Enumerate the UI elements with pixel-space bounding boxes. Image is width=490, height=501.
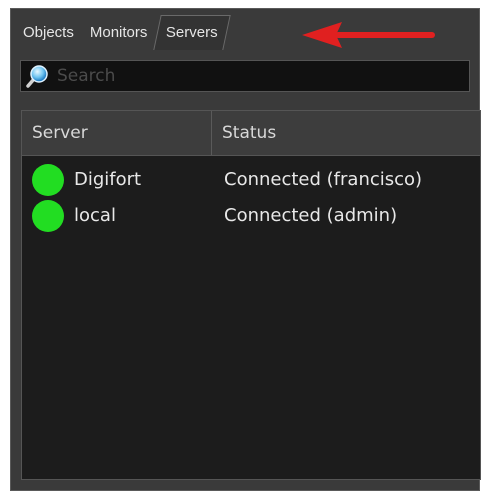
search-box[interactable] [20, 60, 470, 92]
server-status[interactable]: Connected (admin) [224, 199, 397, 233]
connected-status-icon [32, 164, 64, 196]
tab-objects[interactable]: Objects [15, 16, 82, 50]
red-arrow-icon [302, 22, 435, 48]
tab-monitors[interactable]: Monitors [82, 16, 156, 50]
tab-monitors-label: Monitors [89, 24, 148, 41]
column-header-server[interactable]: Server [32, 111, 212, 155]
tab-bar: Objects Monitors Servers [15, 8, 231, 50]
column-divider[interactable] [211, 111, 212, 155]
server-status[interactable]: Connected (francisco) [224, 163, 422, 197]
server-table: Server Status Digifort Connected (franci… [21, 110, 481, 480]
tab-objects-label: Objects [23, 24, 74, 41]
search-icon [26, 65, 48, 88]
tab-servers[interactable]: Servers [153, 15, 231, 50]
table-row[interactable]: Digifort Connected (francisco) [22, 163, 480, 199]
server-name[interactable]: local [74, 199, 116, 233]
server-name[interactable]: Digifort [74, 163, 141, 197]
table-header: Server Status [22, 111, 480, 156]
tab-servers-label: Servers [166, 24, 218, 41]
column-header-status[interactable]: Status [222, 111, 462, 155]
connected-status-icon [32, 200, 64, 232]
table-row[interactable]: local Connected (admin) [22, 199, 480, 235]
search-input[interactable] [57, 64, 457, 88]
